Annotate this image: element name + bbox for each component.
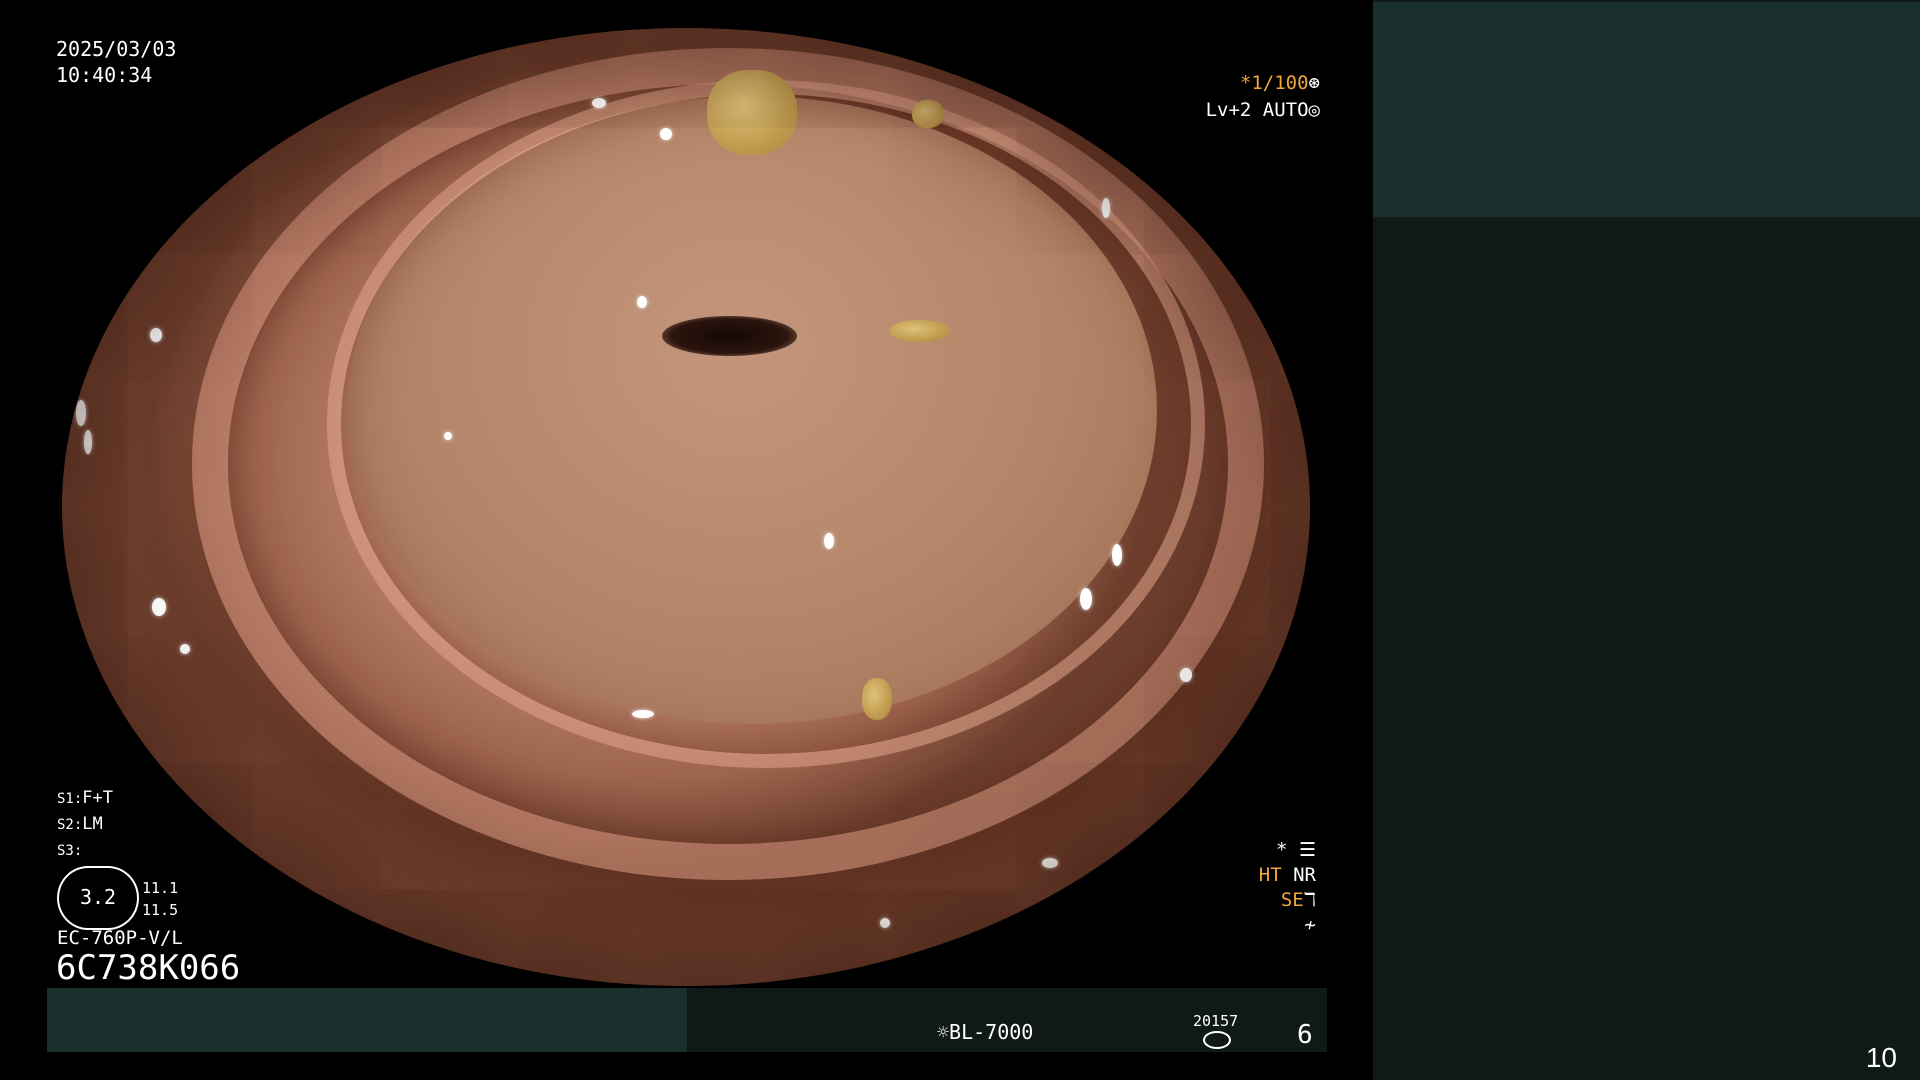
light-reflection xyxy=(180,644,190,654)
light-reflection xyxy=(637,296,647,308)
colon-fold-outer xyxy=(192,48,1264,880)
colon-fold-inner xyxy=(327,80,1205,768)
shutter-speed: *1/100 xyxy=(1239,72,1309,94)
light-reflection xyxy=(1180,668,1192,682)
s1-key: S1: xyxy=(57,791,83,807)
processing-indicators: * ☰ HT NR SEℸ ≁ xyxy=(1180,838,1316,938)
star-indicator: * xyxy=(1276,839,1288,861)
light-reflection xyxy=(632,710,654,718)
light-reflection xyxy=(1102,198,1110,218)
endoscopy-screen: 2025/03/03 10:40:34 *1/100⊛ Lv+2 AUTO◎ S… xyxy=(0,0,1920,1080)
stool-residue xyxy=(890,320,950,342)
zoom-sub-1: 11.1 xyxy=(142,879,179,897)
image-crop-top xyxy=(0,0,1380,28)
s3-key: S3: xyxy=(57,843,83,859)
lumen-opening xyxy=(662,316,797,356)
light-reflection xyxy=(152,598,166,616)
structure-enhance-icon: ℸ xyxy=(1303,889,1316,911)
stool-residue xyxy=(862,678,892,720)
bottom-bar-highlight xyxy=(47,988,687,1052)
bottom-status-bar xyxy=(47,988,1327,1052)
light-reflection xyxy=(1042,858,1058,868)
ht-indicator: HT xyxy=(1258,864,1282,886)
zoom-sub-values: 11.1 11.5 xyxy=(142,877,178,921)
s2-value: LM xyxy=(82,814,103,834)
image-counter: 20157 xyxy=(1193,1012,1239,1030)
light-reflection xyxy=(76,400,86,426)
endoscope-image xyxy=(62,28,1310,986)
exam-time: 10:40:34 xyxy=(56,63,153,87)
light-reflection xyxy=(444,432,452,440)
shutter-icon: ⊛ xyxy=(1308,72,1320,94)
s2-key: S2: xyxy=(57,817,83,833)
auto-iris-icon: ◎ xyxy=(1308,99,1320,121)
light-source-label: ☼BL-7000 xyxy=(937,1022,1033,1042)
se-indicator: SE xyxy=(1280,889,1304,911)
scope-settings: S1:F+T S2:LM S3: xyxy=(57,786,113,864)
frame-number: 6 xyxy=(1297,1020,1313,1050)
light-reflection xyxy=(150,328,162,342)
zoom-badge: 3.2 xyxy=(57,866,139,930)
light-source-icon: ☼ xyxy=(937,1020,950,1044)
s1-value: F+T xyxy=(82,788,114,808)
right-side-panel: 10 xyxy=(1373,0,1920,1080)
page-number: 10 xyxy=(1865,1042,1897,1073)
stool-residue xyxy=(707,70,797,155)
zoom-sub-2: 11.5 xyxy=(142,901,179,919)
light-reflection xyxy=(880,918,890,928)
light-reflection xyxy=(1112,544,1122,566)
scope-serial: 6C738K066 xyxy=(56,948,241,988)
scope-model: EC-760P-V/L xyxy=(57,927,183,949)
right-panel-header xyxy=(1373,2,1920,217)
light-source-model: BL-7000 xyxy=(949,1020,1034,1044)
light-reflection xyxy=(1080,588,1092,610)
light-reflection xyxy=(592,98,606,108)
lumen-wall xyxy=(347,96,1157,724)
datetime-block: 2025/03/03 10:40:34 xyxy=(56,36,176,88)
nr-indicator: NR xyxy=(1293,864,1316,886)
stool-residue xyxy=(912,100,944,128)
light-reflection xyxy=(1104,868,1122,876)
color-tone-icon: ≁ xyxy=(1304,914,1316,936)
iris-mode: AUTO xyxy=(1262,99,1309,121)
image-vignette xyxy=(62,28,1310,986)
light-reflection xyxy=(824,533,834,549)
light-reflection xyxy=(84,430,92,454)
menu-list-icon: ☰ xyxy=(1298,839,1316,861)
exam-date: 2025/03/03 xyxy=(56,37,177,61)
disk-icon xyxy=(1203,1031,1231,1049)
brightness-level: Lv+2 xyxy=(1205,99,1252,121)
light-reflection xyxy=(660,128,672,140)
exposure-settings: *1/100⊛ Lv+2 AUTO◎ xyxy=(1180,70,1320,124)
